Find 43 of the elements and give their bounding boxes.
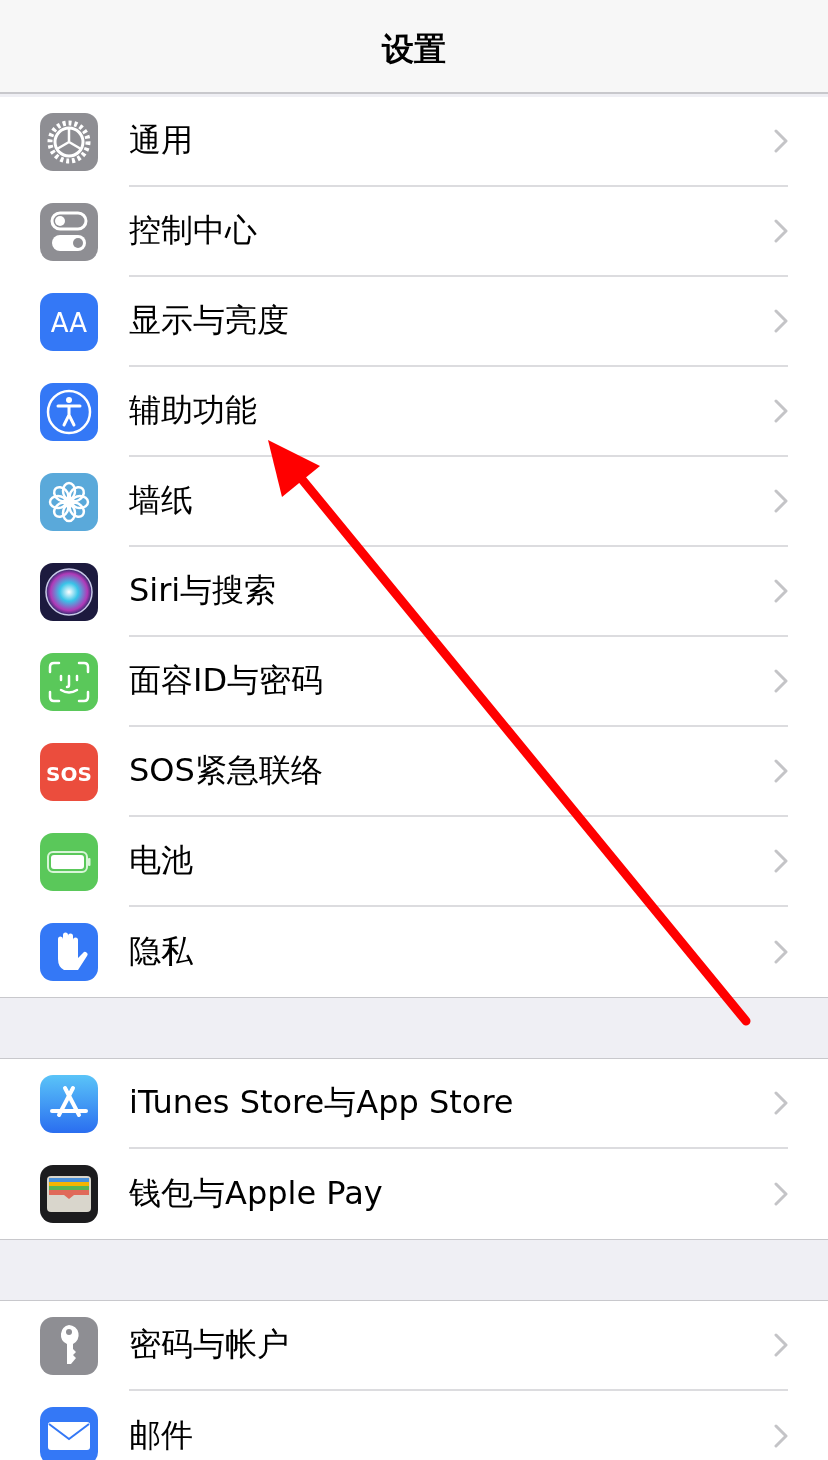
chevron-icon [774, 579, 788, 603]
row-label: 墙纸 [129, 480, 194, 521]
gear-icon [40, 113, 98, 171]
sos-icon: SOS [40, 743, 98, 801]
chevron-icon [774, 129, 788, 153]
row-label: 辅助功能 [129, 390, 258, 431]
chevron-icon [774, 399, 788, 423]
wallet-icon [40, 1165, 98, 1223]
row-label: 邮件 [129, 1415, 194, 1456]
flower-icon [40, 473, 98, 531]
toggles-icon [40, 203, 98, 261]
chevron-icon [774, 669, 788, 693]
chevron-icon [774, 849, 788, 873]
row-label: 隐私 [129, 931, 194, 972]
chevron-icon [774, 309, 788, 333]
chevron-icon [774, 1182, 788, 1206]
row-label: 通用 [129, 120, 194, 161]
row-label: 钱包与Apple Pay [129, 1173, 384, 1214]
chevron-icon [774, 1333, 788, 1357]
mail-icon [40, 1407, 98, 1460]
battery-icon [40, 833, 98, 891]
chevron-icon [774, 940, 788, 964]
app-store-icon [40, 1075, 98, 1133]
page-title: 设置 [382, 29, 446, 70]
hand-icon [40, 923, 98, 981]
row-label: 密码与帐户 [129, 1324, 290, 1365]
row-label: iTunes Store与App Store [129, 1082, 515, 1123]
row-label: SOS紧急联络 [129, 750, 324, 791]
row-label: 显示与亮度 [129, 300, 290, 341]
orb-icon [40, 563, 98, 621]
chevron-icon [774, 1424, 788, 1448]
chevron-icon [774, 489, 788, 513]
row-label: 电池 [129, 840, 194, 881]
text-size-icon: AA [40, 293, 98, 351]
chevron-icon [774, 759, 788, 783]
row-label: 控制中心 [129, 210, 258, 251]
chevron-icon [774, 219, 788, 243]
row-label: 面容ID与密码 [129, 660, 325, 701]
chevron-icon [774, 1091, 788, 1115]
key-icon [40, 1317, 98, 1375]
accessibility-icon [40, 383, 98, 441]
row-label: Siri与搜索 [129, 570, 278, 611]
face-icon [40, 653, 98, 711]
